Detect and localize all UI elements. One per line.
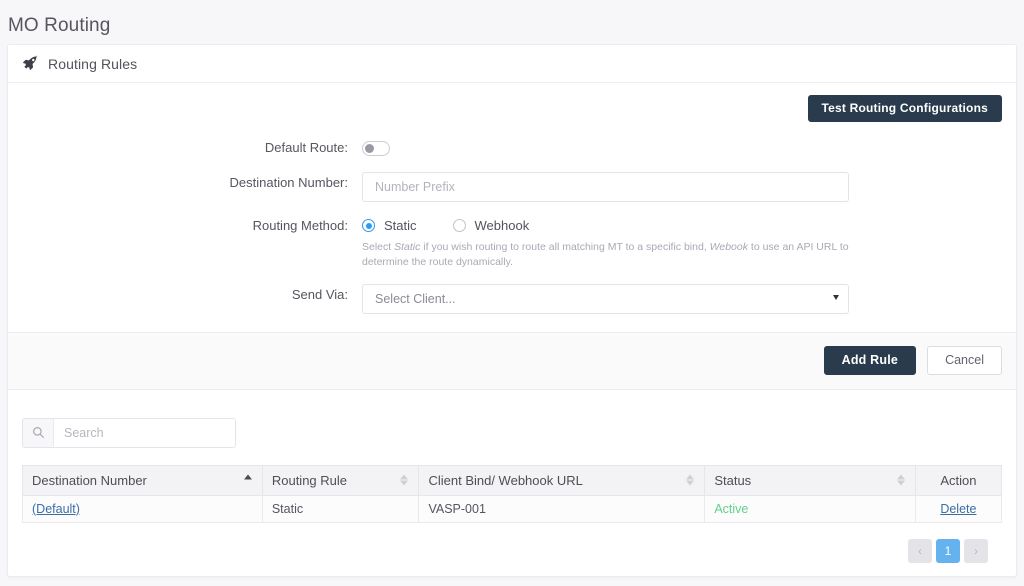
- routing-method-static-label: Static: [384, 218, 417, 233]
- send-via-row: Send Via: Select Client...: [22, 283, 1002, 314]
- pagination-page-1[interactable]: 1: [936, 538, 960, 563]
- radio-webhook-icon: [452, 219, 466, 232]
- toggle-knob: [365, 144, 374, 153]
- column-header-status[interactable]: Status: [704, 464, 916, 496]
- send-via-label: Send Via:: [291, 286, 348, 302]
- routing-method-options: Static Webhook: [362, 215, 849, 233]
- rules-list-area: Destination Number Routing Rule Client B…: [8, 417, 1016, 563]
- cancel-button[interactable]: Cancel: [927, 346, 1002, 376]
- delete-link[interactable]: Delete: [940, 502, 976, 516]
- routing-method-webhook-label: Webhook: [474, 218, 530, 233]
- routing-method-label: Routing Method:: [252, 218, 348, 233]
- search-box: [22, 417, 236, 448]
- help-emphasis-webhook: Webook: [709, 241, 748, 253]
- sort-none-icon: [896, 474, 906, 487]
- page-title: MO Routing: [8, 15, 111, 36]
- column-header-client-bind[interactable]: Client Bind/ Webhook URL: [418, 464, 706, 496]
- default-route-label: Default Route:: [264, 140, 348, 155]
- destination-number-input[interactable]: [362, 172, 849, 202]
- pagination-next-button[interactable]: ›: [964, 538, 988, 563]
- card-title: Routing Rules: [48, 55, 138, 72]
- column-header-destination-number[interactable]: Destination Number: [22, 464, 263, 496]
- send-via-select[interactable]: Select Client...: [362, 283, 849, 314]
- column-label: Status: [714, 472, 752, 488]
- cell-status: Active: [704, 494, 916, 523]
- column-label: Client Bind/ Webhook URL: [428, 472, 583, 488]
- routing-rule-form: Test Routing Configurations Default Rout…: [8, 83, 1016, 314]
- cell-client-bind: VASP-001: [418, 494, 706, 523]
- routing-rules-table: Destination Number Routing Rule Client B…: [22, 464, 1003, 523]
- card-header: Routing Rules: [8, 45, 1016, 83]
- form-topbar: Test Routing Configurations: [22, 95, 1002, 137]
- default-route-toggle[interactable]: [362, 141, 390, 156]
- cell-routing-rule: Static: [261, 494, 420, 523]
- routing-method-row: Routing Method: Static Webhook Select St…: [22, 215, 1002, 270]
- help-emphasis-static: Static: [394, 241, 421, 253]
- rocket-icon: [22, 55, 39, 72]
- sort-ascending-icon: [243, 474, 253, 487]
- default-route-row: Default Route:: [22, 137, 1002, 159]
- destination-number-row: Destination Number:: [22, 172, 1002, 202]
- column-header-routing-rule[interactable]: Routing Rule: [261, 464, 420, 496]
- table-header-row: Destination Number Routing Rule Client B…: [22, 464, 1003, 496]
- column-label: Action: [940, 472, 977, 488]
- column-label: Destination Number: [32, 472, 147, 488]
- table-row: (Default) Static VASP-001 Active Delete: [22, 494, 1003, 523]
- routing-method-option-static[interactable]: Static: [362, 218, 417, 233]
- destination-number-label: Destination Number:: [229, 175, 349, 190]
- column-label: Routing Rule: [271, 472, 347, 488]
- cell-action: Delete: [914, 494, 1003, 523]
- destination-number-link[interactable]: (Default): [32, 502, 80, 516]
- search-icon: [23, 418, 54, 447]
- routing-method-option-webhook[interactable]: Webhook: [452, 218, 530, 233]
- help-prefix: Select: [362, 241, 395, 253]
- status-badge: Active: [714, 501, 749, 516]
- pagination-prev-button[interactable]: ‹: [908, 538, 932, 563]
- sort-none-icon: [400, 474, 409, 487]
- test-routing-configurations-button[interactable]: Test Routing Configurations: [807, 95, 1002, 122]
- help-middle: if you wish routing to route all matchin…: [420, 241, 710, 253]
- sort-none-icon: [686, 474, 695, 487]
- pagination: ‹ 1 ›: [22, 538, 1002, 563]
- search-input[interactable]: [54, 418, 235, 447]
- column-header-action: Action: [914, 464, 1003, 496]
- routing-method-help: Select Static if you wish routing to rou…: [362, 240, 849, 270]
- add-rule-button[interactable]: Add Rule: [823, 346, 917, 376]
- routing-rules-card: Routing Rules Test Routing Configuration…: [7, 44, 1017, 577]
- cell-destination-number: (Default): [22, 494, 263, 523]
- form-actions: Add Rule Cancel: [8, 331, 1016, 390]
- radio-static-icon: [362, 219, 375, 232]
